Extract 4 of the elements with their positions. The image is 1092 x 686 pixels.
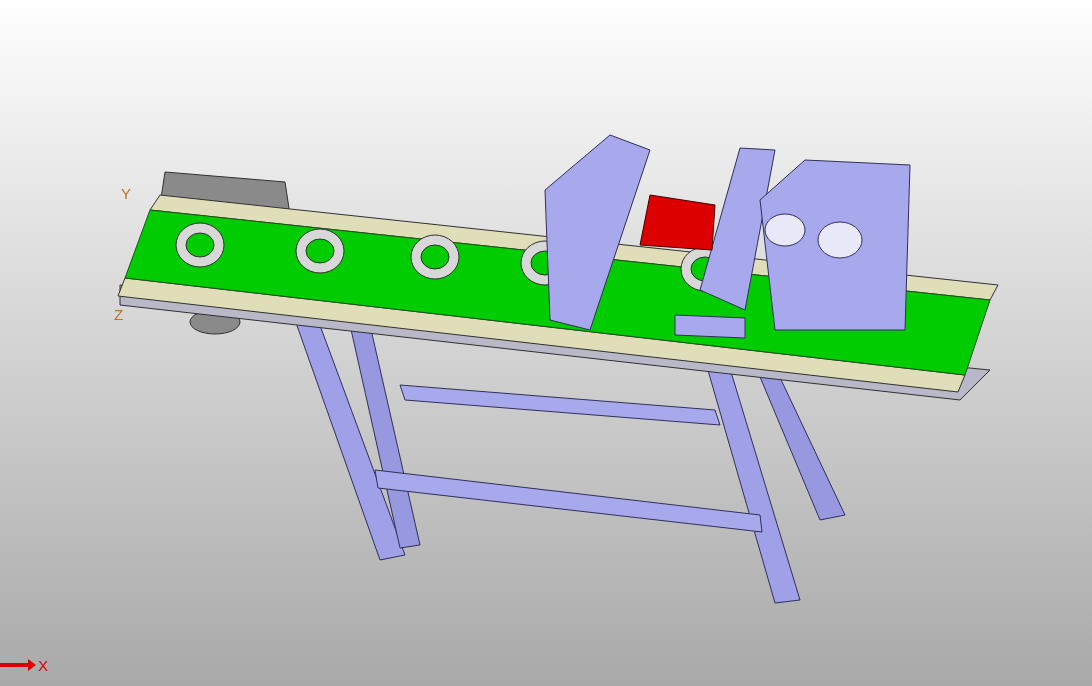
axis-label: Z xyxy=(114,307,124,322)
axis-label: X xyxy=(38,658,48,673)
axis-label: Y xyxy=(121,186,131,201)
axis-arrow-icon xyxy=(0,659,36,671)
